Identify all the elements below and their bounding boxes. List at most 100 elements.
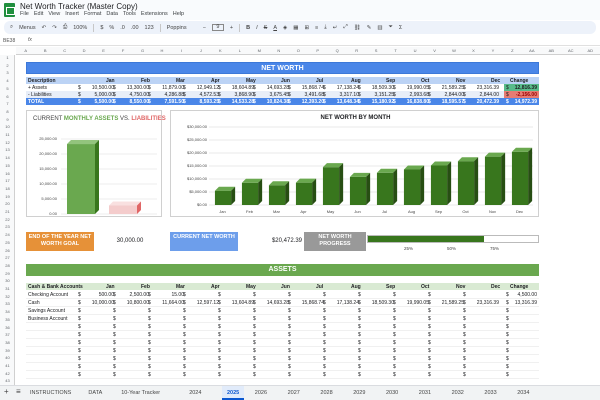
row-header-18[interactable]: 18 [0, 186, 15, 191]
bar-sep[interactable] [430, 161, 452, 205]
print-icon[interactable]: ⎙ [63, 24, 67, 31]
row-header-19[interactable]: 19 [0, 194, 15, 199]
asset-value[interactable]: 10,000.00 [84, 300, 114, 306]
column-header-N[interactable]: N [269, 48, 288, 53]
column-header-AD[interactable]: AD [581, 48, 600, 53]
menu-tools[interactable]: Tools [123, 11, 136, 17]
column-header-L[interactable]: L [230, 48, 249, 53]
text-color-icon[interactable]: A [273, 25, 277, 31]
row-header-20[interactable]: 20 [0, 201, 15, 206]
bar-jun[interactable] [349, 172, 371, 205]
currency-format-button[interactable]: $ [100, 25, 103, 31]
column-header-Y[interactable]: Y [483, 48, 502, 53]
undo-icon[interactable]: ↶ [42, 25, 47, 31]
asset-value[interactable]: 21,589.25 [434, 300, 464, 306]
row-header-13[interactable]: 13 [0, 147, 15, 152]
font-select[interactable]: Poppins [167, 25, 197, 31]
assets-vs-liabilities-chart[interactable]: CURRENT MONTHLY ASSETS VS. LIABILITIES 2… [26, 110, 166, 217]
tab-2028[interactable]: 2028 [320, 390, 332, 396]
all-sheets-icon[interactable]: ≡ [16, 387, 21, 396]
bar-oct[interactable] [457, 157, 479, 205]
tab-2029[interactable]: 2029 [353, 390, 365, 396]
row-header-8[interactable]: 8 [0, 109, 15, 114]
asset-change[interactable]: 13,316.39 [510, 300, 537, 306]
row-header-39[interactable]: 39 [0, 348, 15, 353]
menus-button[interactable]: Menus [19, 25, 36, 31]
row-header-21[interactable]: 21 [0, 209, 15, 214]
valign-icon[interactable]: ⤓ [324, 24, 326, 31]
chart-icon[interactable]: ▥ [377, 25, 382, 31]
column-header-E[interactable]: E [94, 48, 113, 53]
column-header-J[interactable]: J [191, 48, 210, 53]
asset-row[interactable]: $ $ $ $ $ $ $ $ $ $ $ $ $ [26, 355, 539, 363]
asset-row[interactable]: Savings Account $ $ $ $ $ $ $ $ $ $ $ $ $ [26, 307, 539, 315]
asset-value[interactable]: 12,597.12 [189, 300, 219, 306]
row-header-16[interactable]: 16 [0, 171, 15, 176]
search-icon[interactable]: ⌕ [10, 24, 13, 31]
row-header-28[interactable]: 28 [0, 263, 15, 268]
link-icon[interactable]: ⛓ [354, 25, 361, 31]
row-header-30[interactable]: 30 [0, 278, 15, 283]
bar-aug[interactable] [403, 165, 425, 205]
row-header-34[interactable]: 34 [0, 309, 15, 314]
wrap-icon[interactable]: ↵ [333, 25, 338, 31]
column-header-AB[interactable]: AB [542, 48, 561, 53]
tab-2034[interactable]: 2034 [517, 390, 529, 396]
row-header-41[interactable]: 41 [0, 363, 15, 368]
row-header-32[interactable]: 32 [0, 294, 15, 299]
column-header-P[interactable]: P [308, 48, 327, 53]
asset-value[interactable]: 19,990.05 [399, 300, 429, 306]
column-header-AA[interactable]: AA [522, 48, 541, 53]
asset-value[interactable]: 11,664.00 [154, 300, 184, 306]
asset-row[interactable]: $ $ $ $ $ $ $ $ $ $ $ $ $ [26, 339, 539, 347]
column-header-C[interactable]: C [55, 48, 74, 53]
change-cell[interactable]: 14,972.39 [510, 99, 537, 105]
asset-row[interactable]: $ $ $ $ $ $ $ $ $ $ $ $ $ [26, 347, 539, 355]
functions-icon[interactable]: Σ [399, 25, 402, 31]
column-header-M[interactable]: M [250, 48, 269, 53]
asset-value[interactable]: 2,500.00 [119, 292, 149, 298]
bar-feb[interactable] [241, 178, 263, 205]
value-cell[interactable]: 20,472.39 [469, 99, 499, 105]
assets-row[interactable]: + Assets $10,500.00 $13,300.00 $11,879.00 $1… [26, 84, 539, 91]
tab-instructions[interactable]: INSTRUCTIONS [30, 390, 71, 396]
column-header-S[interactable]: S [366, 48, 385, 53]
row-header-24[interactable]: 24 [0, 232, 15, 237]
asset-value[interactable]: 15,868.74 [294, 300, 324, 306]
decrease-decimal-button[interactable]: .0 [120, 25, 125, 31]
rotate-icon[interactable]: ⤢ [343, 24, 347, 31]
asset-row[interactable]: $ $ $ $ $ $ $ $ $ $ $ $ $ [26, 371, 539, 379]
net-worth-by-month-chart[interactable]: NET WORTH BY MONTH $30,000.00 $25,000.00 $… [170, 110, 539, 217]
menu-extensions[interactable]: Extensions [141, 11, 168, 17]
row-header-42[interactable]: 42 [0, 371, 15, 376]
fill-color-icon[interactable]: ◈ [283, 25, 287, 31]
column-header-V[interactable]: V [425, 48, 444, 53]
tab-data[interactable]: DATA [88, 390, 102, 396]
tab-2030[interactable]: 2030 [386, 390, 398, 396]
value-cell[interactable]: 10,824.38 [259, 99, 289, 105]
menu-data[interactable]: Data [106, 11, 118, 17]
row-header-22[interactable]: 22 [0, 217, 15, 222]
menu-view[interactable]: View [48, 11, 60, 17]
menu-insert[interactable]: Insert [65, 11, 79, 17]
column-header-A[interactable]: A [16, 48, 35, 53]
row-header-15[interactable]: 15 [0, 163, 15, 168]
increase-decimal-button[interactable]: .00 [131, 25, 139, 31]
value-cell[interactable]: 15,180.92 [364, 99, 394, 105]
row-header-17[interactable]: 17 [0, 178, 15, 183]
row-header-23[interactable]: 23 [0, 224, 15, 229]
tab-2032[interactable]: 2032 [452, 390, 464, 396]
row-header-14[interactable]: 14 [0, 155, 15, 160]
row-header-31[interactable]: 31 [0, 286, 15, 291]
increase-font-icon[interactable]: + [230, 25, 233, 31]
bar-jan[interactable] [214, 186, 236, 205]
row-header-5[interactable]: 5 [0, 86, 15, 91]
decrease-font-icon[interactable]: − [203, 25, 206, 31]
row-header-3[interactable]: 3 [0, 70, 15, 75]
asset-row[interactable]: Business Account $ $ $ $ $ $ $ $ $ $ $ $ $ [26, 315, 539, 323]
column-header-R[interactable]: R [347, 48, 366, 53]
column-header-K[interactable]: K [211, 48, 230, 53]
zoom-select[interactable]: 100% [73, 25, 87, 31]
redo-icon[interactable]: ↷ [52, 25, 57, 31]
bar-dec[interactable] [511, 147, 533, 205]
